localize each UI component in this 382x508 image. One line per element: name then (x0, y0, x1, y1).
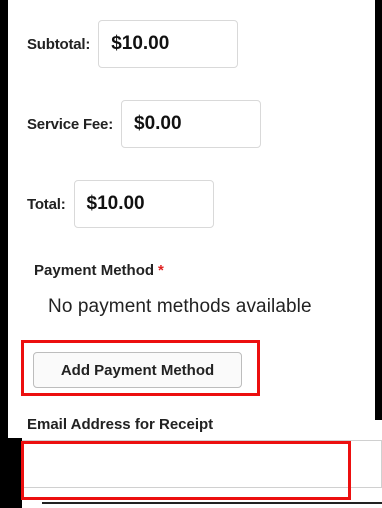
checkout-panel: Subtotal: $10.00 Service Fee: $0.00 Tota… (0, 0, 382, 508)
service-fee-value: $0.00 (121, 100, 261, 148)
payment-method-heading: Payment Method * (34, 262, 164, 279)
subtotal-row: Subtotal: $10.00 (27, 20, 239, 68)
bottom-divider (42, 502, 382, 504)
email-receipt-label: Email Address for Receipt (27, 416, 214, 433)
service-fee-row: Service Fee: $0.00 (27, 100, 261, 148)
total-row: Total: $10.00 (27, 180, 214, 228)
payment-method-label: Payment Method (34, 262, 155, 279)
right-edge (375, 0, 382, 420)
no-payment-methods-message: No payment methods available (48, 296, 312, 317)
email-receipt-input[interactable] (22, 440, 382, 488)
total-value: $10.00 (73, 180, 214, 228)
subtotal-label: Subtotal: (27, 35, 91, 53)
required-asterisk: * (158, 262, 164, 279)
total-label: Total: (27, 195, 66, 213)
add-payment-method-button[interactable]: Add Payment Method (33, 352, 242, 388)
bottom-left-edge (0, 438, 22, 508)
subtotal-value: $10.00 (98, 20, 239, 68)
left-edge (0, 0, 8, 508)
service-fee-label: Service Fee: (27, 115, 113, 133)
